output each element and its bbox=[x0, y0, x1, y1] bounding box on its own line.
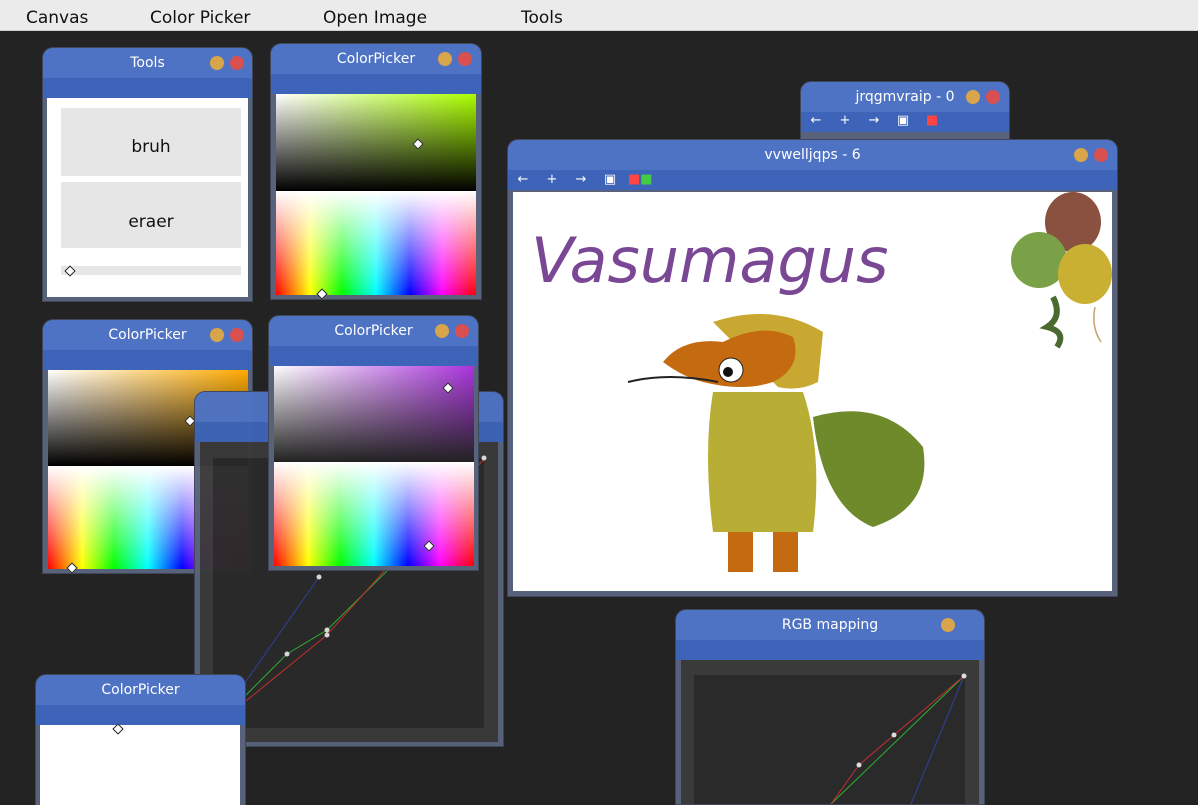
drawing-text: Vasumagus bbox=[531, 224, 888, 297]
minimize-icon[interactable] bbox=[941, 618, 955, 632]
save-icon[interactable]: ▣ bbox=[599, 173, 621, 187]
sv-handle[interactable] bbox=[442, 382, 454, 394]
menu-tools[interactable]: Tools bbox=[521, 8, 563, 28]
close-icon[interactable] bbox=[230, 56, 244, 70]
colorpicker-window-1: ColorPicker bbox=[271, 44, 481, 300]
canvas-window-main: vvwelljqps - 6 ← + → ▣ ■■ Vasumagus bbox=[508, 140, 1117, 596]
colorpicker-subbar bbox=[43, 350, 252, 370]
menu-open-image[interactable]: Open Image bbox=[323, 8, 427, 28]
menu-bar: Canvas Color Picker Open Image Tools bbox=[0, 0, 1198, 31]
hue-handle[interactable] bbox=[66, 562, 78, 574]
rgb-subbar bbox=[676, 640, 984, 660]
minimize-icon[interactable] bbox=[210, 56, 224, 70]
rgb-title: RGB mapping bbox=[781, 617, 879, 633]
drawing-artwork: Vasumagus bbox=[531, 192, 1112, 572]
hue-area[interactable] bbox=[274, 462, 474, 566]
tool-size-slider[interactable] bbox=[61, 265, 241, 277]
canvas-title: vvwelljqps - 6 bbox=[764, 147, 861, 163]
colorpicker-subbar bbox=[269, 346, 478, 366]
save-icon[interactable]: ▣ bbox=[892, 114, 914, 128]
rgb-mapping-window: RGB mapping bbox=[676, 610, 984, 804]
close-icon[interactable] bbox=[458, 52, 472, 66]
hue-handle[interactable] bbox=[316, 288, 328, 300]
arrow-left-icon[interactable]: ← bbox=[512, 173, 534, 187]
close-icon[interactable] bbox=[455, 324, 469, 338]
minimize-icon[interactable] bbox=[1074, 148, 1088, 162]
menu-color-picker[interactable]: Color Picker bbox=[150, 8, 250, 28]
tools-subbar bbox=[43, 78, 252, 98]
plus-icon[interactable]: + bbox=[541, 173, 563, 187]
close-icon[interactable] bbox=[986, 90, 1000, 104]
saturation-value-area[interactable] bbox=[40, 723, 240, 805]
colorpicker-subbar bbox=[36, 705, 245, 725]
colorpicker-window-4: ColorPicker bbox=[36, 675, 245, 805]
hue-area[interactable] bbox=[276, 191, 476, 300]
minimize-icon[interactable] bbox=[966, 90, 980, 104]
arrow-left-icon[interactable]: ← bbox=[805, 114, 827, 128]
minimize-icon[interactable] bbox=[435, 324, 449, 338]
sv-handle[interactable] bbox=[412, 138, 424, 150]
colorpicker-title: ColorPicker bbox=[101, 682, 180, 698]
minimize-icon[interactable] bbox=[210, 328, 224, 342]
sv-handle[interactable] bbox=[112, 723, 124, 735]
tool-button-eraer[interactable]: eraer bbox=[61, 182, 241, 248]
saturation-value-area[interactable] bbox=[274, 366, 474, 462]
rgb-panel bbox=[681, 660, 979, 804]
minimize-icon[interactable] bbox=[438, 52, 452, 66]
menu-canvas[interactable]: Canvas bbox=[26, 8, 88, 28]
colorpicker-window-3: ColorPicker bbox=[269, 316, 478, 570]
tools-window: Tools bruh eraer bbox=[43, 48, 252, 301]
canvas-window-back: jrqgmvraip - 0 ← + → ▣ ■ bbox=[801, 82, 1009, 142]
close-icon[interactable] bbox=[1094, 148, 1108, 162]
drawing-canvas[interactable]: Vasumagus bbox=[513, 192, 1112, 591]
close-icon[interactable] bbox=[230, 328, 244, 342]
hue-handle[interactable] bbox=[423, 540, 435, 552]
rgb-icon[interactable]: ■■ bbox=[628, 173, 653, 187]
tools-panel: bruh eraer bbox=[47, 98, 248, 297]
rgb-icon[interactable]: ■ bbox=[921, 114, 943, 128]
arrow-right-icon[interactable]: → bbox=[570, 173, 592, 187]
plus-icon[interactable]: + bbox=[834, 114, 856, 128]
tool-button-bruh[interactable]: bruh bbox=[61, 108, 241, 176]
slider-handle[interactable] bbox=[64, 265, 76, 277]
saturation-value-area[interactable] bbox=[276, 94, 476, 191]
sv-handle[interactable] bbox=[184, 415, 196, 427]
colorpicker-subbar bbox=[271, 74, 481, 94]
rgb-graph[interactable] bbox=[681, 660, 979, 804]
arrow-right-icon[interactable]: → bbox=[863, 114, 885, 128]
